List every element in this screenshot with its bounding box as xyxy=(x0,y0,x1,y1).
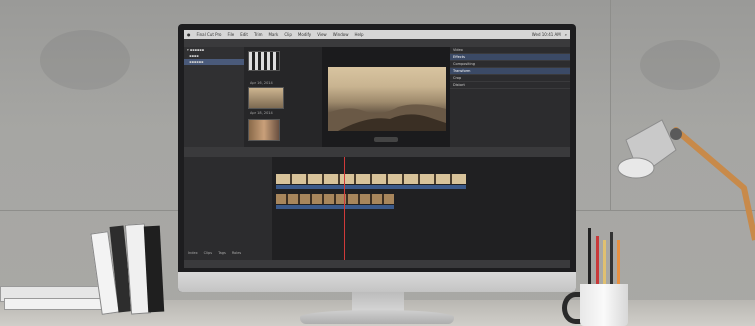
brush xyxy=(603,240,606,288)
monitor-stand xyxy=(352,292,404,312)
brush xyxy=(596,236,599,288)
menu-app[interactable]: Final Cut Pro xyxy=(197,32,222,37)
inspector-section[interactable]: Crop xyxy=(450,75,570,82)
tab-tags[interactable]: Tags xyxy=(218,251,226,255)
clip-thumbnail[interactable] xyxy=(248,119,280,141)
search-icon[interactable]: ⌕ xyxy=(565,32,567,37)
clock: Wed 10:41 AM xyxy=(531,32,561,37)
inspector-section[interactable]: Effects xyxy=(450,54,570,61)
inspector-section[interactable]: Video xyxy=(450,47,570,54)
inspector-section[interactable]: Distort xyxy=(450,82,570,89)
inspector: Video Effects Compositing Transform Crop… xyxy=(450,47,570,147)
screen: ● Final Cut Pro File Edit Trim Mark Clip… xyxy=(184,30,570,268)
tab-clips[interactable]: Clips xyxy=(204,251,212,255)
menu-modify[interactable]: Modify xyxy=(298,32,311,37)
monitor-chin xyxy=(178,272,576,292)
menu-file[interactable]: File xyxy=(228,32,235,37)
wall-texture xyxy=(40,30,130,90)
libraries-pane: ▾ ▪▪▪▪▪▪ ▪▪▪▪ ▪▪▪▪▪▪ xyxy=(184,47,244,147)
timeline-index xyxy=(184,157,272,260)
audio-track[interactable] xyxy=(276,185,466,189)
video-track[interactable] xyxy=(276,174,466,184)
menu-trim[interactable]: Trim xyxy=(254,32,263,37)
status-area: Wed 10:41 AM ⌕ xyxy=(532,32,567,37)
brush xyxy=(617,240,620,288)
imac-monitor: ● Final Cut Pro File Edit Trim Mark Clip… xyxy=(178,24,576,292)
status-bar xyxy=(184,260,570,268)
menu-clip[interactable]: Clip xyxy=(284,32,292,37)
brush xyxy=(588,228,591,288)
pencil-cup xyxy=(580,284,628,326)
menu-bar: ● Final Cut Pro File Edit Trim Mark Clip… xyxy=(184,30,570,39)
clip-thumbnail[interactable] xyxy=(248,87,284,109)
menu-window[interactable]: Window xyxy=(333,32,349,37)
timeline-toolbar xyxy=(184,147,570,157)
timeline: Index Clips Tags Roles xyxy=(184,157,570,260)
clip-thumbnail[interactable] xyxy=(248,51,280,71)
monitor-base xyxy=(300,310,454,324)
tab-roles[interactable]: Roles xyxy=(232,251,241,255)
brush xyxy=(610,232,613,288)
video-track[interactable] xyxy=(276,194,394,204)
desk-lamp xyxy=(617,119,755,241)
wall-texture xyxy=(640,40,720,90)
tab-index[interactable]: Index xyxy=(188,251,198,255)
book-stack xyxy=(4,298,110,310)
inspector-section[interactable]: Transform xyxy=(450,68,570,75)
menu-edit[interactable]: Edit xyxy=(240,32,248,37)
playhead[interactable] xyxy=(344,157,345,260)
menu-mark[interactable]: Mark xyxy=(268,32,278,37)
menu-view[interactable]: View xyxy=(317,32,327,37)
video-frame-mountains[interactable] xyxy=(328,67,446,131)
menu-help[interactable]: Help xyxy=(354,32,363,37)
inspector-section[interactable]: Compositing xyxy=(450,61,570,68)
app-toolbar xyxy=(184,39,570,47)
timeline-tabs: Index Clips Tags Roles xyxy=(188,251,241,255)
clip-date: Apr 18, 2014 xyxy=(250,111,273,115)
upright-book xyxy=(143,225,165,313)
playback-controls[interactable] xyxy=(374,137,398,142)
audio-track[interactable] xyxy=(276,205,394,209)
apple-icon[interactable]: ● xyxy=(187,32,191,37)
clip-date: Apr 16, 2014 xyxy=(250,81,273,85)
viewer xyxy=(322,47,450,147)
mountain-silhouette xyxy=(328,104,446,131)
library-item-selected[interactable]: ▪▪▪▪▪▪ xyxy=(184,59,244,65)
clip-browser: Apr 16, 2014 Apr 18, 2014 xyxy=(244,47,322,147)
